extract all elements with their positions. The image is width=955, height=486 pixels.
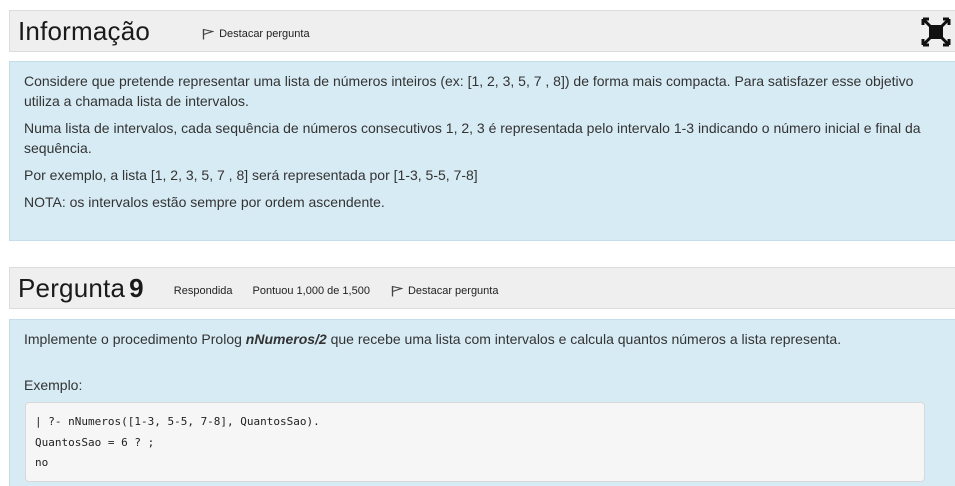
question-header: Pergunta 9 Respondida Pontuou 1,000 de 1,… <box>9 267 955 309</box>
predicate-name: nNumeros/2 <box>245 331 327 347</box>
info-paragraph: Considere que pretende representar uma l… <box>24 73 914 109</box>
code-line: QuantosSao = 6 ? ; <box>35 435 155 449</box>
question-status: Respondida <box>173 285 233 297</box>
question-title-word: Pergunta <box>18 272 126 303</box>
question-grade: Pontuou 1,000 de 1,500 <box>252 285 370 297</box>
info-header: Informação Destacar pergunta <box>9 10 955 52</box>
info-title: Informação <box>18 15 151 46</box>
question-number: 9 <box>129 272 144 303</box>
flag-icon <box>202 28 215 40</box>
flag-icon <box>391 285 403 297</box>
question-flag-link[interactable]: Destacar pergunta <box>391 285 499 297</box>
code-example: | ?- nNumeros([1-3, 5-5, 7-8], QuantosSa… <box>25 402 925 482</box>
code-line: | ?- nNumeros([1-3, 5-5, 7-8], QuantosSa… <box>35 415 320 428</box>
question-content: Implemente o procedimento Prolog nNumero… <box>9 319 955 486</box>
question-title: Pergunta 9 <box>18 273 144 304</box>
fullscreen-toggle-icon[interactable] <box>921 17 951 47</box>
info-flag-label: Destacar pergunta <box>219 28 310 40</box>
question-flag-label: Destacar pergunta <box>407 285 499 297</box>
code-line: no <box>35 456 49 469</box>
info-content: Considere que pretende representar uma l… <box>9 61 955 241</box>
example-label: Exemplo: <box>24 377 83 393</box>
info-flag-question-link[interactable]: Destacar pergunta <box>202 28 310 40</box>
info-paragraph: Por exemplo, a lista [1, 2, 3, 5, 7 , 8]… <box>24 167 478 183</box>
question-text-before: Implemente o procedimento Prolog <box>24 331 246 347</box>
question-text-after: que recebe uma lista com intervalos e ca… <box>326 331 842 347</box>
question-text: Implemente o procedimento Prolog nNumero… <box>24 329 925 349</box>
info-paragraph: Numa lista de intervalos, cada sequência… <box>24 120 921 156</box>
info-paragraph: NOTA: os intervalos estão sempre por ord… <box>24 194 385 210</box>
